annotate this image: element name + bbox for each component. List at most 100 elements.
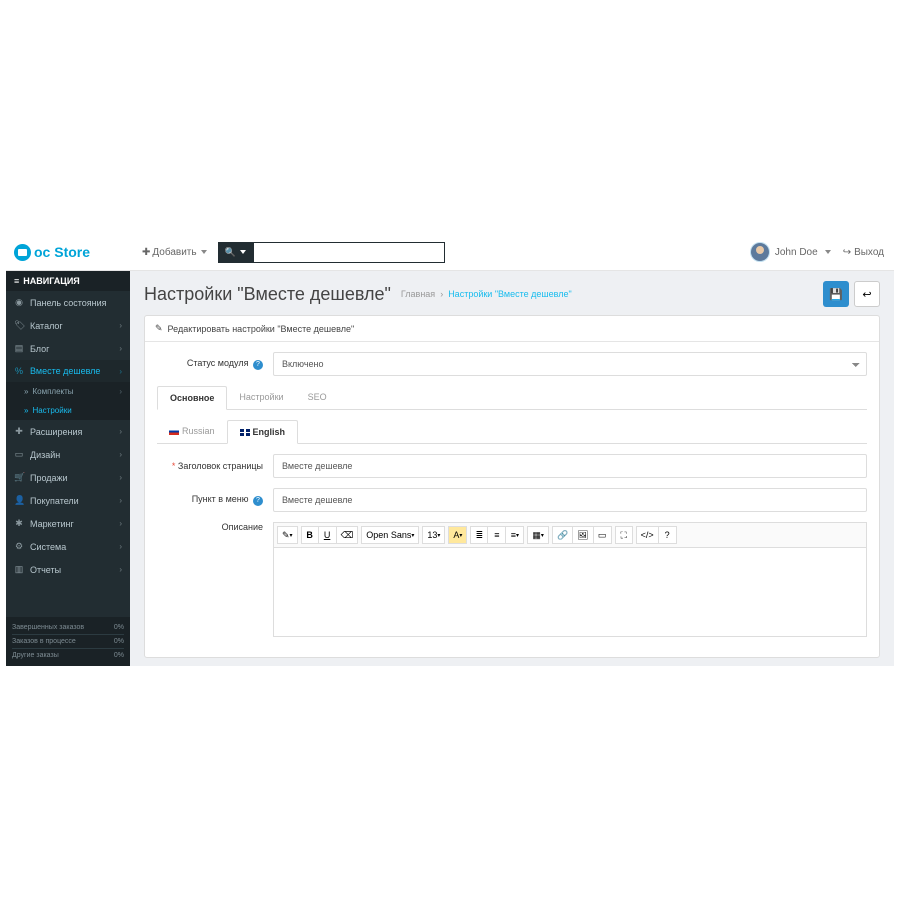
editor-toolbar: ✎▾ B U ⌫ Open Sans ▾ 13▾ A▾ ≣ ≡ ≡▾ xyxy=(273,522,867,547)
add-label: Добавить xyxy=(152,247,196,258)
font-select[interactable]: Open Sans ▾ xyxy=(361,526,419,544)
sidebar-item-customers[interactable]: 👤Покупатели› xyxy=(6,489,130,512)
page-title-input[interactable] xyxy=(273,454,867,478)
user-menu[interactable]: John Doe xyxy=(750,242,831,262)
add-button[interactable]: ✚ Добавить xyxy=(136,243,213,262)
header-left: ✚ Добавить 🔍 xyxy=(130,242,445,263)
link-button[interactable]: 🔗 xyxy=(552,526,573,544)
cart-icon: 🛒 xyxy=(14,472,24,483)
sidebar: ≡ НАВИГАЦИЯ ◉Панель состояния 🏷Каталог› … xyxy=(6,271,130,666)
breadcrumb-home[interactable]: Главная xyxy=(401,289,435,299)
lang-tab-en[interactable]: English xyxy=(227,420,299,444)
chevron-right-icon: › xyxy=(119,473,122,482)
panel-body: Статус модуля ? Включено Основное Настро… xyxy=(145,342,879,657)
logout-icon: ↪ xyxy=(843,247,851,258)
panel-heading: ✎ Редактировать настройки "Вместе дешевл… xyxy=(145,316,879,342)
size-select[interactable]: 13▾ xyxy=(422,526,445,544)
avatar xyxy=(750,242,770,262)
sidebar-item-system[interactable]: ⚙Система› xyxy=(6,535,130,558)
chevron-right-icon: › xyxy=(119,519,122,528)
chevron-right-icon: › xyxy=(119,387,122,396)
caret-down-icon xyxy=(825,250,831,254)
language-tabs: Russian English xyxy=(157,420,867,444)
help-icon[interactable]: ? xyxy=(253,496,263,506)
sidebar-item-dashboard[interactable]: ◉ Панель состояния xyxy=(6,291,130,314)
lang-tab-ru[interactable]: Russian xyxy=(157,420,227,443)
search-input[interactable] xyxy=(253,242,445,263)
fullscreen-button[interactable]: ⛶ xyxy=(615,526,633,544)
help-icon[interactable]: ? xyxy=(253,360,263,370)
ol-button[interactable]: ≡ xyxy=(488,526,506,544)
bold-button[interactable]: B xyxy=(301,526,319,544)
settings-panel: ✎ Редактировать настройки "Вместе дешевл… xyxy=(144,315,880,658)
main-content: Настройки "Вместе дешевле" Главная › Нас… xyxy=(130,271,894,666)
search-icon: 🔍 xyxy=(225,247,236,258)
font-value: Open Sans xyxy=(366,530,411,540)
header-right: John Doe ↪ Выход xyxy=(750,242,894,262)
table-button[interactable]: ▦▾ xyxy=(527,526,549,544)
back-icon: ↩ xyxy=(862,289,871,301)
back-button[interactable]: ↩ xyxy=(854,281,880,307)
save-icon: 💾 xyxy=(829,289,843,301)
dashboard-icon: ◉ xyxy=(14,297,24,308)
sidebar-item-design[interactable]: ▭Дизайн› xyxy=(6,443,130,466)
nav-label: Вместе дешевле xyxy=(30,366,100,376)
blog-icon: ▤ xyxy=(14,343,24,354)
sidebar-item-marketing[interactable]: ✱Маркетинг› xyxy=(6,512,130,535)
status-label: Статус модуля ? xyxy=(157,358,273,370)
save-button[interactable]: 💾 xyxy=(823,281,849,307)
status-row: Статус модуля ? Включено xyxy=(157,352,867,376)
sidebar-item-catalog[interactable]: 🏷Каталог› xyxy=(6,314,130,337)
image-button[interactable]: 🖼 xyxy=(573,526,593,544)
logo-icon xyxy=(14,244,31,261)
bullet-icon: » xyxy=(24,387,28,396)
underline-button[interactable]: U xyxy=(319,526,337,544)
tab-main[interactable]: Основное xyxy=(157,386,227,410)
search-group: 🔍 xyxy=(218,242,445,263)
sidebar-item-sales[interactable]: 🛒Продажи› xyxy=(6,466,130,489)
page-header: Настройки "Вместе дешевле" Главная › Нас… xyxy=(130,271,894,315)
desktop-icon: ▭ xyxy=(14,449,24,460)
align-button[interactable]: ≡▾ xyxy=(506,526,524,544)
editor: ✎▾ B U ⌫ Open Sans ▾ 13▾ A▾ ≣ ≡ ≡▾ xyxy=(273,522,867,637)
label-text: Заголовок страницы xyxy=(178,461,263,471)
nav-label: Панель состояния xyxy=(30,298,106,308)
nav-label: Маркетинг xyxy=(30,519,74,529)
flag-ru-icon xyxy=(169,428,179,435)
search-button[interactable]: 🔍 xyxy=(218,242,253,263)
puzzle-icon: ✚ xyxy=(14,426,24,437)
help-button[interactable]: ? xyxy=(659,526,677,544)
percent-icon: % xyxy=(14,366,24,376)
breadcrumb-current[interactable]: Настройки "Вместе дешевле" xyxy=(448,289,571,299)
chevron-right-icon: › xyxy=(119,367,122,376)
tab-seo[interactable]: SEO xyxy=(296,386,339,409)
video-button[interactable]: ▭ xyxy=(594,526,612,544)
clear-button[interactable]: ⌫ xyxy=(337,526,359,544)
logout-button[interactable]: ↪ Выход xyxy=(843,247,884,258)
logo[interactable]: oc Store xyxy=(14,244,90,261)
ul-button[interactable]: ≣ xyxy=(470,526,488,544)
panel-head-text: Редактировать настройки "Вместе дешевле" xyxy=(168,324,355,334)
lang-label: English xyxy=(253,427,286,437)
lang-label: Russian xyxy=(182,426,215,436)
sidebar-item-reports[interactable]: ▥Отчеты› xyxy=(6,558,130,581)
editor-body[interactable] xyxy=(273,547,867,637)
sidebar-item-extensions[interactable]: ✚Расширения› xyxy=(6,420,130,443)
breadcrumb: Главная › Настройки "Вместе дешевле" xyxy=(401,289,572,299)
chevron-right-icon: › xyxy=(119,565,122,574)
wand-button[interactable]: ✎▾ xyxy=(277,526,298,544)
nav-label: Настройки xyxy=(32,406,71,415)
sidebar-sub-kits[interactable]: »Комплекты› xyxy=(6,382,130,401)
code-button[interactable]: </> xyxy=(636,526,659,544)
stat-row: Завершенных заказов0% xyxy=(12,621,124,634)
tab-settings[interactable]: Настройки xyxy=(227,386,295,409)
sidebar-item-together[interactable]: % Вместе дешевле › xyxy=(6,360,130,382)
sidebar-item-blog[interactable]: ▤Блог› xyxy=(6,337,130,360)
sidebar-sub-settings[interactable]: »Настройки xyxy=(6,401,130,420)
menu-input[interactable] xyxy=(273,488,867,512)
nav-label: Расширения xyxy=(30,427,82,437)
color-button[interactable]: A▾ xyxy=(448,526,467,544)
status-select[interactable]: Включено xyxy=(273,352,867,376)
chart-icon: ▥ xyxy=(14,564,24,575)
stat-label: Заказов в процессе xyxy=(12,638,76,645)
